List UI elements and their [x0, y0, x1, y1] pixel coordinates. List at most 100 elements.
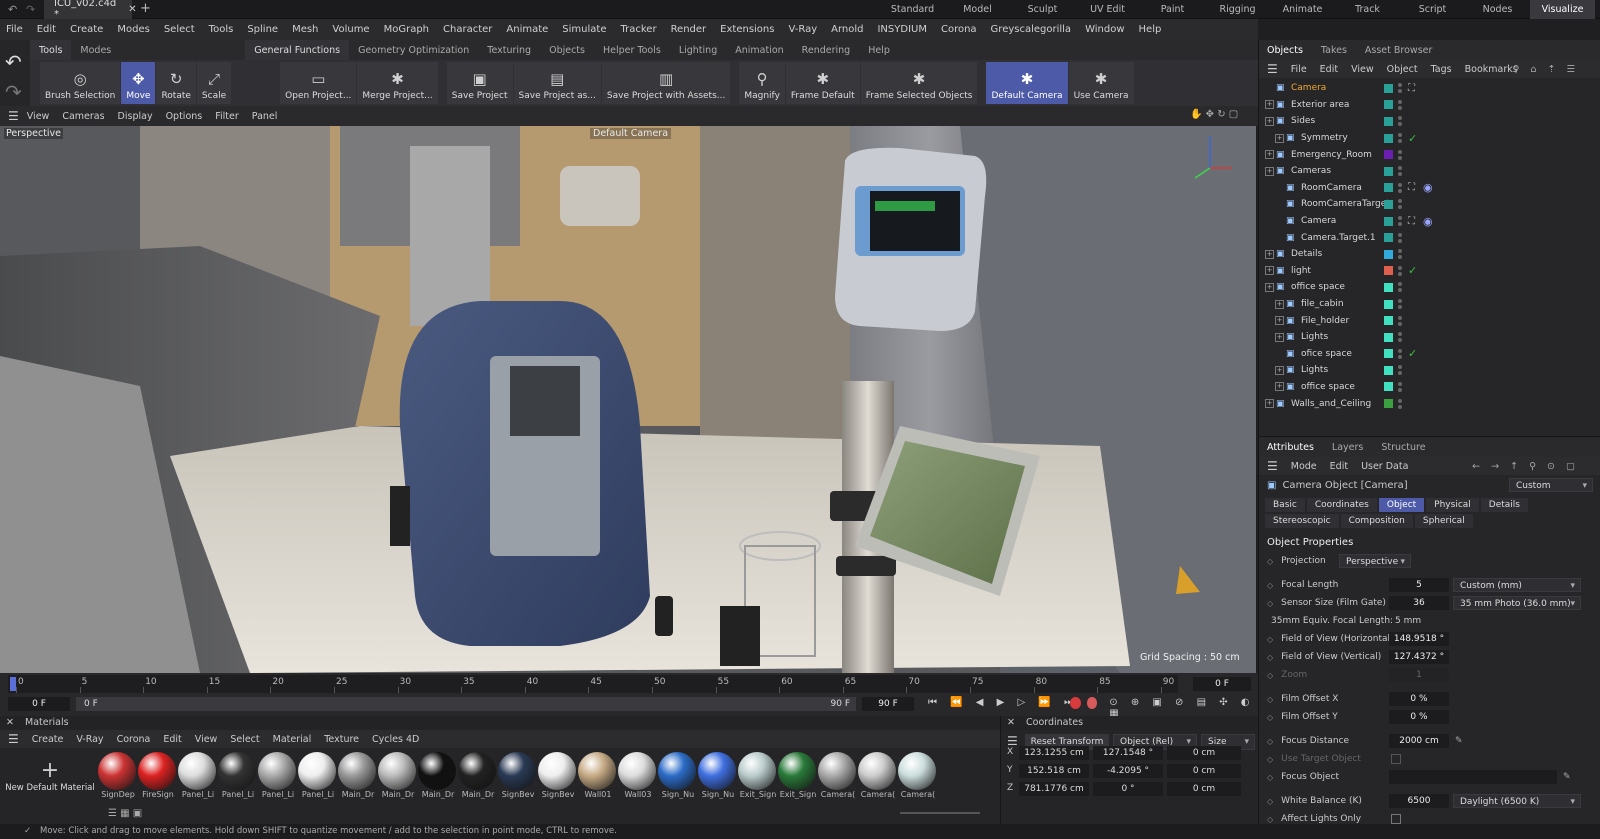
visibility-dots[interactable] [1398, 133, 1402, 144]
layer-color-swatch[interactable] [1384, 249, 1393, 259]
visibility-dots[interactable] [1398, 149, 1402, 160]
objects-menu-edit[interactable]: Edit [1320, 64, 1338, 75]
materials-menu-corona[interactable]: Corona [117, 734, 151, 745]
menu-insydium[interactable]: INSYDIUM [877, 24, 926, 35]
redo-history-icon[interactable]: ↷ [26, 3, 35, 16]
menu-window[interactable]: Window [1085, 24, 1124, 35]
material-swatch[interactable]: Panel_Li [178, 751, 218, 799]
visibility-dots[interactable] [1398, 315, 1402, 326]
attr-subtab-composition[interactable]: Composition [1340, 514, 1413, 528]
layout-visualize[interactable]: Visualize [1530, 0, 1595, 19]
fov-vertical-field[interactable]: 127.4372 ° [1389, 650, 1449, 664]
tab-rendering[interactable]: Rendering [793, 40, 860, 60]
attr-menu-user-data[interactable]: User Data [1361, 461, 1408, 472]
menu-tools[interactable]: Tools [209, 24, 234, 35]
visibility-dots[interactable] [1398, 265, 1402, 276]
position-z-field[interactable]: 781.1776 cm [1019, 782, 1089, 796]
materials-menu-edit[interactable]: Edit [163, 734, 181, 745]
rotate-button[interactable]: ↻ Rotate [156, 62, 196, 104]
save-project-with-assets-button[interactable]: ▥ Save Project with Assets... [601, 62, 731, 104]
expand-icon[interactable]: + [1275, 382, 1284, 392]
attr-menu-mode[interactable]: Mode [1291, 461, 1317, 472]
brush-selection-button[interactable]: ◎ Brush Selection [40, 62, 121, 104]
objects-menu-view[interactable]: View [1351, 64, 1374, 75]
visibility-dots[interactable] [1398, 216, 1402, 227]
focus-distance-field[interactable]: 2000 cm [1389, 734, 1449, 748]
view-toggle-icons[interactable]: ☰ ▦ ▣ [108, 808, 142, 819]
menu-spline[interactable]: Spline [247, 24, 278, 35]
layout-uv-edit[interactable]: UV Edit [1075, 0, 1140, 19]
layout-sculpt[interactable]: Sculpt [1010, 0, 1075, 19]
scale-button[interactable]: ⤢ Scale [196, 62, 232, 104]
menu-v-ray[interactable]: V-Ray [788, 24, 817, 35]
frame-selected-objects-button[interactable]: ✱ Frame Selected Objects [860, 62, 978, 104]
layer-color-swatch[interactable] [1384, 100, 1393, 110]
menu-tracker[interactable]: Tracker [620, 24, 656, 35]
material-swatch[interactable]: Panel_Li [298, 751, 338, 799]
layout-rigging[interactable]: Rigging [1205, 0, 1270, 19]
visibility-dots[interactable] [1398, 332, 1402, 343]
materials-menu-create[interactable]: Create [32, 734, 64, 745]
viewport-menu-cameras[interactable]: Cameras [62, 111, 104, 122]
material-swatch[interactable]: Main_Dr [458, 751, 498, 799]
tab-texturing[interactable]: Texturing [478, 40, 540, 60]
menu-modes[interactable]: Modes [117, 24, 149, 35]
attr-subtab-coordinates[interactable]: Coordinates [1306, 498, 1377, 512]
expand-icon[interactable]: + [1275, 332, 1284, 342]
rotation-x-field[interactable]: 127.1548 ° [1093, 746, 1163, 760]
new-tab-icon[interactable]: + [140, 1, 151, 16]
visibility-dots[interactable] [1398, 232, 1402, 243]
visibility-dots[interactable] [1398, 365, 1402, 376]
end-frame-field[interactable]: 90 F [862, 697, 914, 711]
panel-tab-asset-browser[interactable]: Asset Browser [1365, 45, 1432, 56]
layout-track[interactable]: Track [1335, 0, 1400, 19]
attr-subtab-spherical[interactable]: Spherical [1414, 514, 1473, 528]
expand-icon[interactable]: + [1265, 100, 1274, 110]
position-y-field[interactable]: 152.518 cm [1019, 764, 1089, 778]
magnify-button[interactable]: ⚲ Magnify [739, 62, 785, 104]
visibility-dots[interactable] [1398, 99, 1402, 110]
default-camera-button[interactable]: ✱ Default Camera [986, 62, 1068, 104]
pick-object-icon[interactable]: ✎ [1563, 772, 1571, 782]
visibility-dots[interactable] [1398, 116, 1402, 127]
film-offset-x-field[interactable]: 0 % [1389, 692, 1449, 706]
viewport-menu-filter[interactable]: Filter [215, 111, 239, 122]
layer-color-swatch[interactable] [1384, 299, 1393, 309]
material-swatch[interactable]: Wall03 [618, 751, 658, 799]
hamburger-icon[interactable]: ☰ [8, 109, 19, 123]
active-camera-label[interactable]: Default Camera [590, 128, 672, 139]
hamburger-icon[interactable]: ☰ [1267, 459, 1278, 473]
object-row[interactable]: + ▣ Sides [1259, 113, 1600, 130]
layer-color-swatch[interactable] [1384, 116, 1393, 126]
layer-color-swatch[interactable] [1384, 382, 1393, 392]
white-balance-preset[interactable]: Daylight (6500 K) [1453, 794, 1581, 809]
attr-tab-layers[interactable]: Layers [1332, 442, 1363, 453]
menu-create[interactable]: Create [70, 24, 103, 35]
visibility-dots[interactable] [1398, 83, 1402, 94]
material-swatch[interactable]: Exit_Sign [738, 751, 778, 799]
camera-tag-icon[interactable]: ⛶ [1408, 182, 1415, 193]
file-tab[interactable]: ICU_v02.c4d * ✕ [44, 0, 137, 20]
attr-menu-edit[interactable]: Edit [1330, 461, 1348, 472]
attr-subtab-object[interactable]: Object [1378, 498, 1425, 512]
zoom-slider[interactable] [900, 812, 980, 814]
materials-menu-material[interactable]: Material [273, 734, 312, 745]
expand-icon[interactable]: + [1265, 116, 1274, 126]
visibility-dots[interactable] [1398, 299, 1402, 310]
material-swatch[interactable]: Sign_Nu [658, 751, 698, 799]
autokey-icon[interactable] [1086, 697, 1098, 709]
object-row[interactable]: ▣ Camera.Target.1 [1259, 229, 1600, 246]
layer-color-swatch[interactable] [1384, 332, 1393, 342]
redo-icon[interactable]: ↷ [5, 80, 22, 104]
object-row[interactable]: + ▣ office space [1259, 379, 1600, 396]
panel-tab-takes[interactable]: Takes [1321, 45, 1347, 56]
attr-tab-attributes[interactable]: Attributes [1267, 442, 1314, 453]
viewport-menu-panel[interactable]: Panel [252, 111, 278, 122]
enabled-check-icon[interactable]: ✓ [1408, 132, 1417, 145]
object-row[interactable]: + ▣ Lights [1259, 329, 1600, 346]
layout-nodes[interactable]: Nodes [1465, 0, 1530, 19]
use-camera-button[interactable]: ✱ Use Camera [1068, 62, 1134, 104]
menu-extensions[interactable]: Extensions [720, 24, 774, 35]
material-swatch[interactable]: SignBev [538, 751, 578, 799]
visibility-dots[interactable] [1398, 249, 1402, 260]
